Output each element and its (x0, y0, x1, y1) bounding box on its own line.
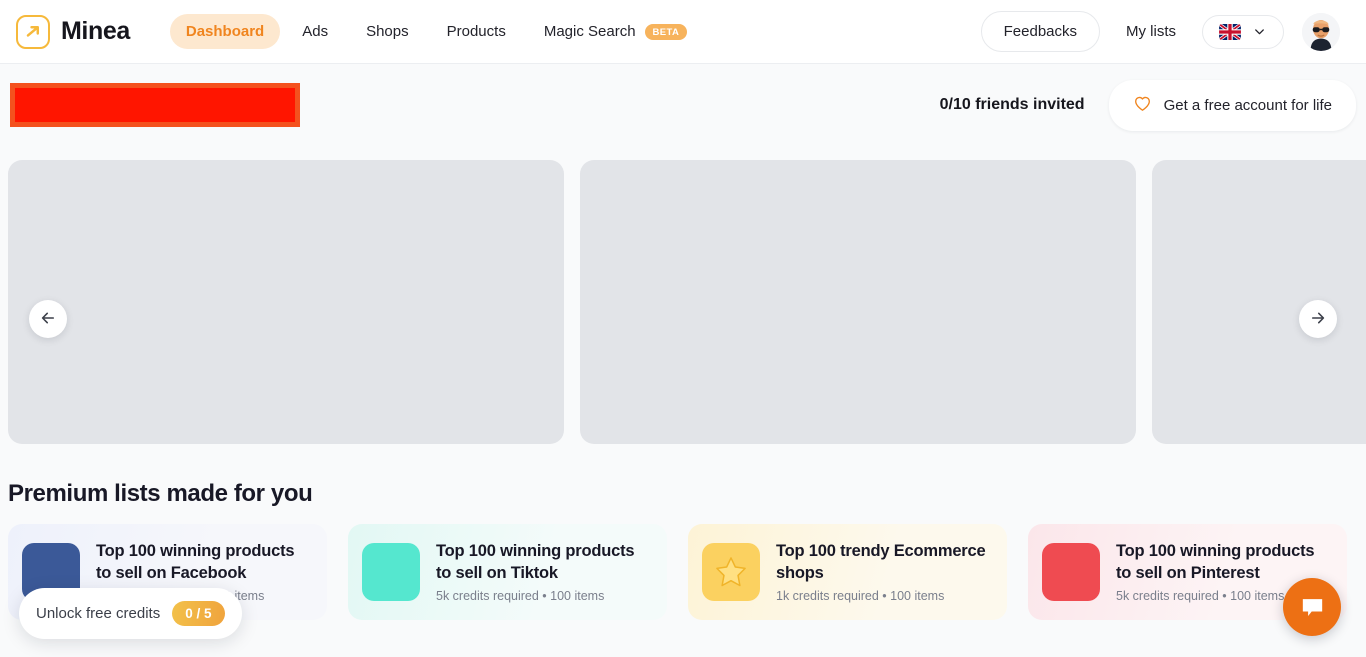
carousel-track (0, 160, 1366, 444)
list-item-meta: 1k credits required • 100 items (776, 588, 945, 603)
chat-bubble-icon[interactable] (1283, 578, 1341, 636)
nav-right-actions: Feedbacks My lists (980, 11, 1340, 52)
carousel-slide-placeholder[interactable] (1152, 160, 1366, 444)
arrow-right-icon (1309, 309, 1327, 330)
list-item-title: Top 100 trendy Ecommerce shops (776, 542, 986, 582)
carousel-next-button[interactable] (1299, 300, 1337, 338)
page-title: Premium lists made for you (8, 480, 313, 507)
pinterest-icon (1042, 543, 1100, 601)
friends-invited-count: 0/10 friends invited (939, 96, 1085, 113)
my-lists-link[interactable]: My lists (1108, 12, 1194, 51)
main-nav: Dashboard Ads Shops Products Magic Searc… (169, 14, 703, 49)
nav-item-products[interactable]: Products (431, 14, 522, 49)
feedbacks-button[interactable]: Feedbacks (980, 11, 1100, 52)
brand-logo[interactable]: Minea (10, 14, 130, 49)
list-item-title: Top 100 winning products to sell on Face… (96, 542, 295, 582)
get-free-account-label: Get a free account for life (1163, 96, 1332, 114)
star-icon (702, 543, 760, 601)
chevron-down-icon (1252, 24, 1267, 39)
nav-label-dashboard: Dashboard (185, 23, 265, 40)
language-selector[interactable] (1202, 14, 1284, 49)
carousel-slide-placeholder[interactable] (8, 160, 564, 444)
list-item-title: Top 100 winning products to sell on Pint… (1116, 542, 1315, 582)
nav-item-shops[interactable]: Shops (350, 14, 425, 49)
list-item[interactable]: Top 100 winning products to sell on Tikt… (348, 524, 667, 620)
list-item-title: Top 100 winning products to sell on Tikt… (436, 542, 635, 582)
nav-label-products: Products (446, 23, 506, 40)
heart-icon (1133, 94, 1152, 117)
referral-right: 0/10 friends invited Get a free account … (939, 79, 1356, 131)
arrow-up-right-icon (16, 14, 50, 49)
unlock-free-credits-button[interactable]: Unlock free credits 0 / 5 (19, 588, 242, 639)
carousel-slide-placeholder[interactable] (580, 160, 1136, 444)
unlock-free-credits-count: 0 / 5 (172, 601, 225, 626)
nav-item-ads[interactable]: Ads (286, 14, 344, 49)
list-item-meta: 5k credits required • 100 items (436, 588, 605, 603)
carousel-prev-button[interactable] (29, 300, 67, 338)
brand-name: Minea (61, 17, 130, 45)
beta-badge: BETA (644, 23, 688, 40)
promo-carousel (0, 146, 1366, 444)
get-free-account-button[interactable]: Get a free account for life (1108, 79, 1356, 131)
unlock-free-credits-label: Unlock free credits (36, 605, 161, 622)
nav-label-ads: Ads (302, 23, 329, 40)
redacted-banner-text (10, 83, 300, 127)
nav-item-dashboard[interactable]: Dashboard (169, 14, 281, 49)
uk-flag-icon (1219, 23, 1241, 40)
top-navigation-bar: Minea Dashboard Ads Shops Products Magic… (0, 0, 1366, 64)
nav-item-magic-search[interactable]: Magic Search BETA (528, 14, 703, 49)
nav-label-magic-search: Magic Search (543, 23, 636, 40)
avatar[interactable] (1302, 12, 1340, 51)
list-item[interactable]: Top 100 trendy Ecommerce shops 1k credit… (688, 524, 1007, 620)
tiktok-icon (362, 543, 420, 601)
referral-strip: 0/10 friends invited Get a free account … (0, 64, 1366, 146)
nav-label-shops: Shops (366, 23, 409, 40)
arrow-left-icon (39, 309, 57, 330)
